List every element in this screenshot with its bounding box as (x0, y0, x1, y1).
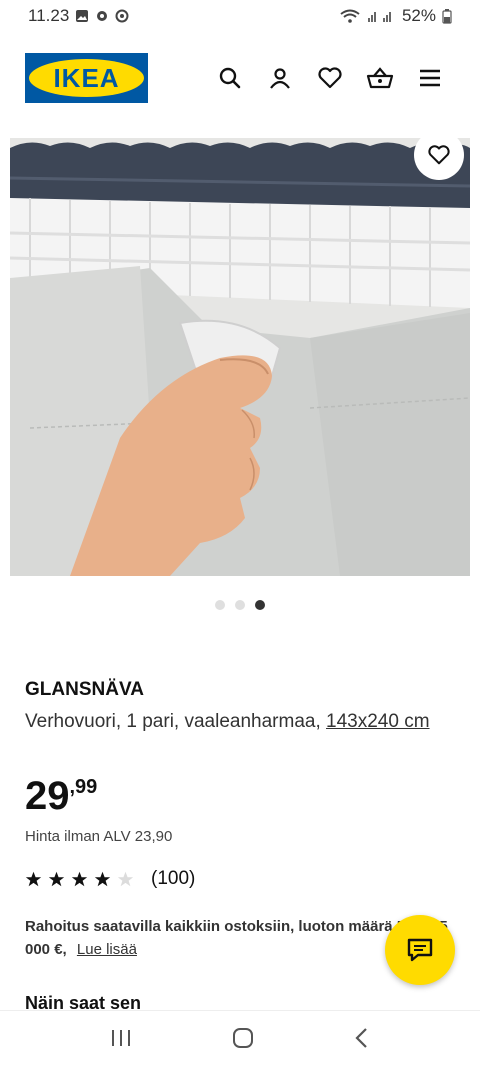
search-icon[interactable] (216, 64, 244, 92)
home-icon[interactable] (232, 1027, 254, 1054)
review-count: (100) (151, 868, 196, 889)
product-image[interactable] (10, 138, 470, 576)
gallery-notification-icon (75, 9, 89, 23)
star-empty-icon (117, 871, 134, 887)
add-to-favorites-button[interactable] (414, 130, 464, 180)
star-filled-icon (71, 871, 88, 887)
carousel-dot[interactable] (235, 600, 245, 610)
product-description: Verhovuori, 1 pari, vaaleanharmaa, 143x2… (25, 707, 455, 737)
basket-icon[interactable] (366, 64, 394, 92)
star-filled-icon (48, 871, 65, 887)
product-size-link[interactable]: 143x240 cm (326, 711, 430, 732)
logo-text: IKEA (53, 62, 120, 93)
settings-notification-icon (95, 9, 109, 23)
product-price: 29 ,99 (25, 772, 97, 820)
back-icon[interactable] (354, 1027, 370, 1054)
product-rating[interactable]: (100) (25, 868, 195, 890)
heart-icon (428, 145, 450, 165)
sync-notification-icon (115, 9, 129, 23)
chat-icon (407, 938, 433, 962)
menu-icon[interactable] (416, 64, 444, 92)
ikea-logo[interactable]: IKEA (25, 53, 148, 103)
heart-icon[interactable] (316, 64, 344, 92)
system-navigation-bar (0, 1010, 480, 1070)
carousel-dot-active[interactable] (255, 600, 265, 610)
rating-stars (25, 871, 134, 887)
wifi-icon (340, 9, 360, 23)
product-description-text: Verhovuori, 1 pari, vaaleanharmaa, (25, 711, 321, 732)
recent-apps-icon[interactable] (110, 1028, 132, 1053)
battery-percent: 52% (401, 6, 436, 25)
status-bar: 11.23 52% (0, 0, 480, 32)
signal-icon (366, 9, 396, 23)
chat-button[interactable] (385, 915, 455, 985)
star-filled-icon (25, 871, 42, 887)
user-icon[interactable] (266, 64, 294, 92)
carousel-dot[interactable] (215, 600, 225, 610)
price-without-vat: Hinta ilman ALV 23,90 (25, 828, 173, 845)
battery-icon (442, 8, 452, 24)
read-more-link[interactable]: Lue lisää (77, 941, 137, 958)
star-filled-icon (94, 871, 111, 887)
carousel-dots (0, 600, 480, 610)
product-name: GLANSNÄVA (25, 679, 144, 700)
status-time: 11.23 (28, 6, 70, 25)
price-decimals: ,99 (69, 776, 98, 798)
price-integer: 29 (25, 774, 70, 818)
site-header: IKEA (0, 40, 480, 116)
